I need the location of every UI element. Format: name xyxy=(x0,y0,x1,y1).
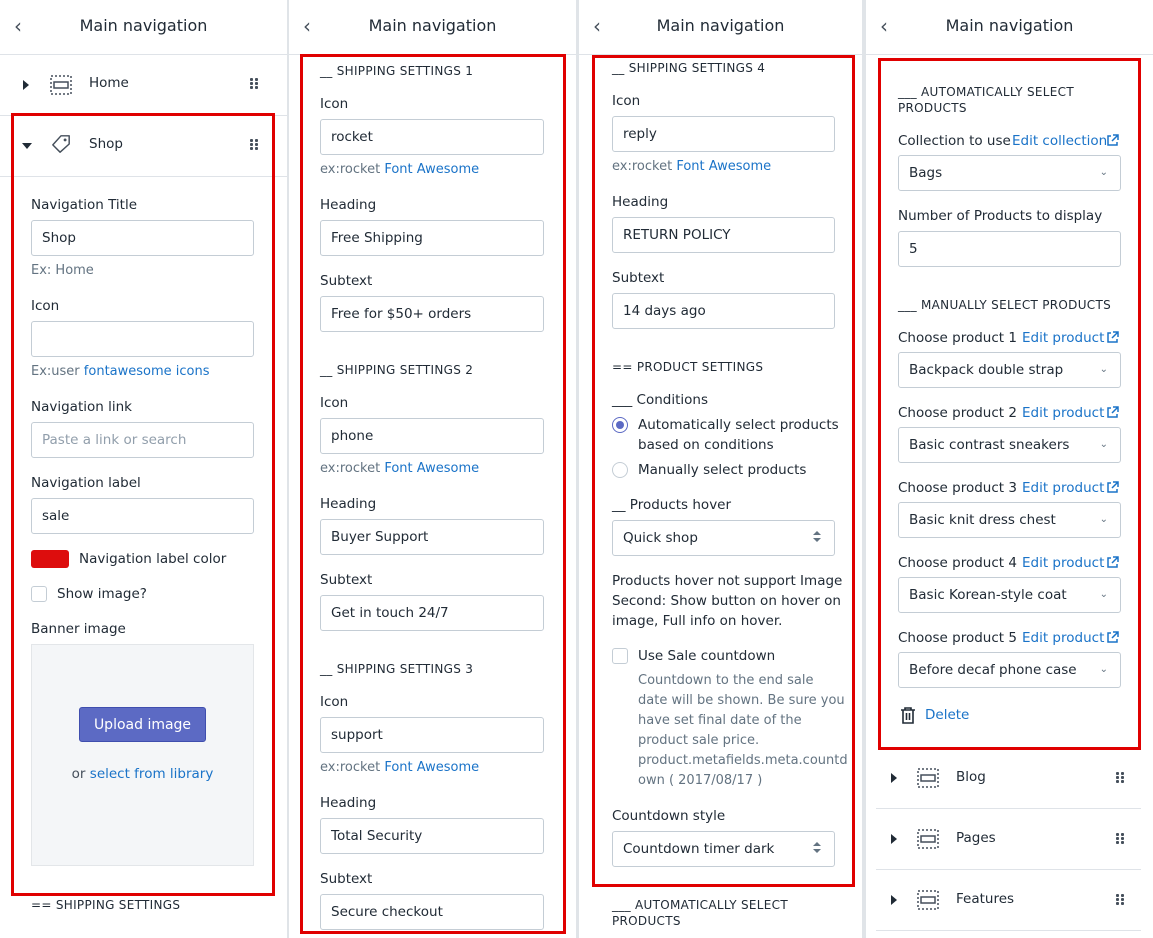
drag-handle-icon[interactable] xyxy=(250,78,258,90)
section-heading: == SHIPPING SETTINGS xyxy=(31,898,181,912)
expand-icon[interactable] xyxy=(891,895,897,905)
nav-item-label: Home xyxy=(89,75,129,91)
nav-item-label: Blog xyxy=(956,769,986,785)
drag-handle-icon[interactable] xyxy=(1116,772,1124,784)
expand-icon[interactable] xyxy=(891,834,897,844)
highlight-box xyxy=(11,113,275,896)
panel-title: Main navigation xyxy=(368,16,497,35)
layout-icon xyxy=(917,768,939,788)
nav-item-label: Pages xyxy=(956,830,996,846)
nav-item[interactable]: Pages xyxy=(876,809,1141,870)
panel-header: ‹ Main navigation xyxy=(289,0,576,55)
nav-item-label: Features xyxy=(956,891,1015,907)
section-heading: ___ AUTOMATICALLY SELECT xyxy=(612,898,788,912)
nav-item[interactable]: Blog xyxy=(876,748,1141,809)
layout-icon xyxy=(917,829,939,849)
panel-header: ‹ Main navigation xyxy=(866,0,1153,55)
section-heading-2: PRODUCTS xyxy=(612,914,681,928)
nav-item-home[interactable]: Home xyxy=(0,55,287,116)
layout-icon xyxy=(917,890,939,910)
drag-handle-icon[interactable] xyxy=(1116,894,1124,906)
expand-icon[interactable] xyxy=(891,773,897,783)
panel-header: ‹ Main navigation xyxy=(579,0,862,55)
highlight-box xyxy=(592,55,855,887)
panel-header: ‹ Main navigation xyxy=(0,0,287,55)
drag-handle-icon[interactable] xyxy=(1116,833,1124,845)
highlight-box xyxy=(300,54,566,934)
highlight-box xyxy=(878,58,1141,750)
layout-icon xyxy=(50,75,72,95)
nav-item[interactable]: Features xyxy=(876,870,1141,931)
panel-title: Main navigation xyxy=(79,16,208,35)
panel-title: Main navigation xyxy=(945,16,1074,35)
expand-icon[interactable] xyxy=(23,80,29,90)
panel-title: Main navigation xyxy=(656,16,785,35)
